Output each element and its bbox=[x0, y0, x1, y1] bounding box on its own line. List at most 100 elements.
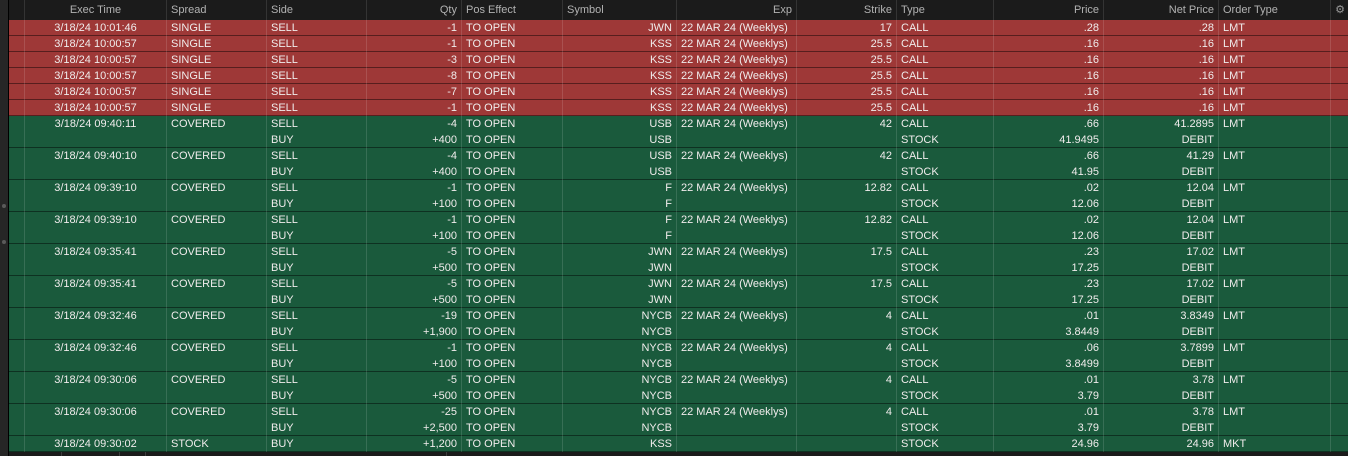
cell-strike bbox=[797, 420, 897, 436]
order-row[interactable]: BUY +100 TO OPEN NYCB STOCK 3.8499 DEBIT bbox=[9, 356, 1348, 372]
header-cell-strike[interactable]: Strike bbox=[797, 0, 897, 20]
scroll-tick bbox=[119, 452, 120, 456]
order-row[interactable]: BUY +500 TO OPEN JWN STOCK 17.25 DEBIT bbox=[9, 292, 1348, 308]
cell-qty: -1 bbox=[367, 212, 462, 228]
cell-exec_time bbox=[25, 228, 167, 244]
cell-symbol: JWN bbox=[563, 260, 677, 276]
cell-spread bbox=[167, 356, 267, 372]
order-row[interactable]: 3/18/24 10:00:57 SINGLE SELL -1 TO OPEN KSS 22… bbox=[9, 36, 1348, 52]
bottom-scroll-strip[interactable] bbox=[9, 452, 1348, 456]
header-cell-side[interactable]: Side bbox=[267, 0, 367, 20]
order-row[interactable]: 3/18/24 10:00:57 SINGLE SELL -3 TO OPEN KSS 22… bbox=[9, 52, 1348, 68]
header-cell-type[interactable]: Type bbox=[897, 0, 994, 20]
cell-qty: -8 bbox=[367, 68, 462, 84]
cell-exec_time bbox=[25, 388, 167, 404]
cell-price: .01 bbox=[994, 404, 1104, 420]
cell-gear bbox=[1331, 356, 1348, 372]
cell-strike bbox=[797, 196, 897, 212]
order-row[interactable]: BUY +400 TO OPEN USB STOCK 41.9495 DEBIT bbox=[9, 132, 1348, 148]
header-cell-exec_time[interactable]: Exec Time bbox=[25, 0, 167, 20]
cell-net_price: .16 bbox=[1104, 36, 1219, 52]
cell-type: CALL bbox=[897, 372, 994, 388]
cell-type: STOCK bbox=[897, 228, 994, 244]
cell-price: 3.8449 bbox=[994, 324, 1104, 340]
cell-order_type bbox=[1219, 260, 1331, 276]
cell-gear bbox=[1331, 292, 1348, 308]
order-row[interactable]: 3/18/24 10:00:57 SINGLE SELL -8 TO OPEN KSS 22… bbox=[9, 68, 1348, 84]
cell-exp: 22 MAR 24 (Weeklys) bbox=[677, 372, 797, 388]
cell-symbol: NYCB bbox=[563, 356, 677, 372]
cell-rowmark bbox=[9, 372, 25, 388]
cell-strike bbox=[797, 388, 897, 404]
header-cell-order_type[interactable]: Order Type bbox=[1219, 0, 1331, 20]
order-row[interactable]: BUY +100 TO OPEN F STOCK 12.06 DEBIT bbox=[9, 196, 1348, 212]
header-cell-price[interactable]: Price bbox=[994, 0, 1104, 20]
cell-price: 24.96 bbox=[994, 436, 1104, 452]
cell-strike: 25.5 bbox=[797, 68, 897, 84]
cell-symbol: JWN bbox=[563, 244, 677, 260]
order-row[interactable]: BUY +2,500 TO OPEN NYCB STOCK 3.79 DEBIT bbox=[9, 420, 1348, 436]
header-cell-symbol[interactable]: Symbol bbox=[563, 0, 677, 20]
header-cell-qty[interactable]: Qty bbox=[367, 0, 462, 20]
order-row[interactable]: 3/18/24 09:35:41 COVERED SELL -5 TO OPEN JWN 2… bbox=[9, 244, 1348, 260]
order-row[interactable]: 3/18/24 09:35:41 COVERED SELL -5 TO OPEN JWN 2… bbox=[9, 276, 1348, 292]
header-cell-spread[interactable]: Spread bbox=[167, 0, 267, 20]
order-row[interactable]: BUY +500 TO OPEN JWN STOCK 17.25 DEBIT bbox=[9, 260, 1348, 276]
cell-qty: -5 bbox=[367, 244, 462, 260]
order-group: 3/18/24 09:39:10 COVERED SELL -1 TO OPEN F 22 … bbox=[9, 180, 1348, 212]
order-row[interactable]: BUY +1,900 TO OPEN NYCB STOCK 3.8449 DEBIT bbox=[9, 324, 1348, 340]
cell-side: BUY bbox=[267, 164, 367, 180]
header-cell-net_price[interactable]: Net Price bbox=[1104, 0, 1219, 20]
cell-rowmark bbox=[9, 84, 25, 100]
scroll-tick bbox=[61, 452, 62, 456]
cell-gear bbox=[1331, 372, 1348, 388]
header-cell-pos_effect[interactable]: Pos Effect bbox=[462, 0, 563, 20]
cell-gear bbox=[1331, 20, 1348, 36]
cell-pos_effect: TO OPEN bbox=[462, 212, 563, 228]
cell-side: SELL bbox=[267, 212, 367, 228]
cell-rowmark bbox=[9, 244, 25, 260]
cell-exp bbox=[677, 388, 797, 404]
cell-strike: 17 bbox=[797, 20, 897, 36]
cell-side: SELL bbox=[267, 116, 367, 132]
cell-gear bbox=[1331, 228, 1348, 244]
cell-qty: +500 bbox=[367, 260, 462, 276]
order-row[interactable]: 3/18/24 10:00:57 SINGLE SELL -1 TO OPEN KSS 22… bbox=[9, 100, 1348, 116]
cell-order_type: LMT bbox=[1219, 372, 1331, 388]
cell-spread: COVERED bbox=[167, 340, 267, 356]
order-group: 3/18/24 10:01:46 SINGLE SELL -1 TO OPEN JWN 22… bbox=[9, 20, 1348, 36]
cell-exp: 22 MAR 24 (Weeklys) bbox=[677, 404, 797, 420]
order-row[interactable]: 3/18/24 09:39:10 COVERED SELL -1 TO OPEN F 22 … bbox=[9, 212, 1348, 228]
cell-gear bbox=[1331, 164, 1348, 180]
header-cell-exp[interactable]: Exp bbox=[677, 0, 797, 20]
order-row[interactable]: 3/18/24 09:40:11 COVERED SELL -4 TO OPEN USB 2… bbox=[9, 116, 1348, 132]
cell-price: .01 bbox=[994, 308, 1104, 324]
order-row[interactable]: 3/18/24 09:39:10 COVERED SELL -1 TO OPEN F 22 … bbox=[9, 180, 1348, 196]
cell-net_price: DEBIT bbox=[1104, 324, 1219, 340]
cell-strike bbox=[797, 436, 897, 452]
order-group: 3/18/24 09:35:41 COVERED SELL -5 TO OPEN JWN 2… bbox=[9, 276, 1348, 308]
order-row[interactable]: BUY +500 TO OPEN NYCB STOCK 3.79 DEBIT bbox=[9, 388, 1348, 404]
order-group: 3/18/24 09:30:06 COVERED SELL -25 TO OPEN NYC… bbox=[9, 404, 1348, 436]
cell-price: .02 bbox=[994, 180, 1104, 196]
order-row[interactable]: 3/18/24 09:30:06 COVERED SELL -5 TO OPEN NYCB… bbox=[9, 372, 1348, 388]
cell-net_price: .16 bbox=[1104, 52, 1219, 68]
order-row[interactable]: 3/18/24 09:32:46 COVERED SELL -1 TO OPEN NYCB… bbox=[9, 340, 1348, 356]
cell-spread: STOCK bbox=[167, 436, 267, 452]
order-row[interactable]: BUY +100 TO OPEN F STOCK 12.06 DEBIT bbox=[9, 228, 1348, 244]
order-row[interactable]: 3/18/24 09:30:06 COVERED SELL -25 TO OPEN NYC… bbox=[9, 404, 1348, 420]
order-row[interactable]: 3/18/24 09:32:46 COVERED SELL -19 TO OPEN NYC… bbox=[9, 308, 1348, 324]
order-row[interactable]: 3/18/24 09:40:10 COVERED SELL -4 TO OPEN USB 2… bbox=[9, 148, 1348, 164]
cell-order_type: LMT bbox=[1219, 276, 1331, 292]
cell-gear bbox=[1331, 36, 1348, 52]
cell-symbol: NYCB bbox=[563, 388, 677, 404]
order-group: 3/18/24 10:00:57 SINGLE SELL -8 TO OPEN KSS 22… bbox=[9, 68, 1348, 84]
cell-gear bbox=[1331, 132, 1348, 148]
order-group: 3/18/24 10:00:57 SINGLE SELL -1 TO OPEN KSS 22… bbox=[9, 100, 1348, 116]
order-row[interactable]: 3/18/24 09:30:02 STOCK BUY +1,200 TO OPEN KSS… bbox=[9, 436, 1348, 452]
order-row[interactable]: 3/18/24 10:01:46 SINGLE SELL -1 TO OPEN JWN 22… bbox=[9, 20, 1348, 36]
order-row[interactable]: BUY +400 TO OPEN USB STOCK 41.95 DEBIT bbox=[9, 164, 1348, 180]
cell-net_price: .16 bbox=[1104, 100, 1219, 116]
order-row[interactable]: 3/18/24 10:00:57 SINGLE SELL -7 TO OPEN KSS 22… bbox=[9, 84, 1348, 100]
settings-gear-icon[interactable]: ⚙ bbox=[1335, 0, 1345, 20]
